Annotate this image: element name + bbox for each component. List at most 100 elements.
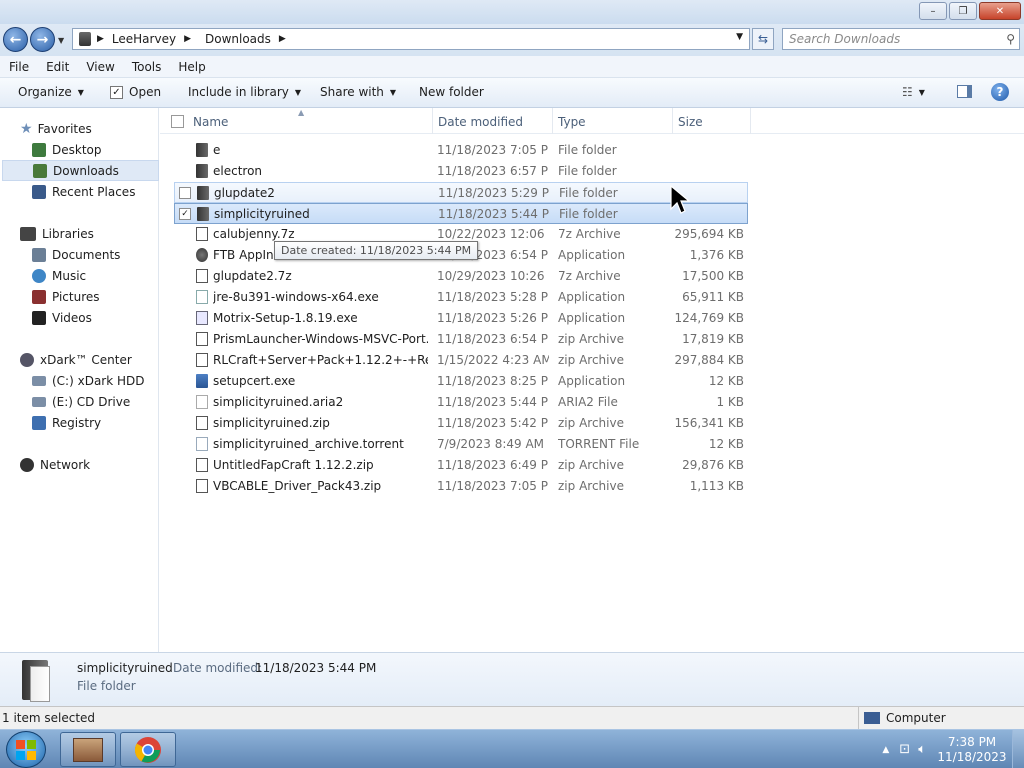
file-type: ARIA2 File xyxy=(558,395,618,409)
file-row[interactable]: glupdate2.7z 10/29/2023 10:26 ... 7z Archi… xyxy=(174,266,748,287)
open-button[interactable]: ✓ Open xyxy=(110,85,161,99)
file-row[interactable]: ✓ simplicityruined 11/18/2023 5:44 PM File … xyxy=(174,203,748,224)
libraries-icon xyxy=(20,226,36,241)
column-size[interactable]: Size xyxy=(678,115,703,129)
java-icon xyxy=(196,290,208,304)
maximize-button[interactable]: ❐ xyxy=(949,2,977,20)
taskbar-chrome[interactable] xyxy=(120,732,176,767)
column-header: Name ▲ Date modified Type Size xyxy=(160,108,1024,134)
column-divider[interactable] xyxy=(750,108,751,134)
menu-edit[interactable]: Edit xyxy=(37,60,77,74)
address-dropdown-icon[interactable]: ▼ xyxy=(736,32,743,42)
include-in-library-button[interactable]: Include in library ▼ xyxy=(188,85,301,99)
show-desktop-button[interactable] xyxy=(1012,730,1024,768)
menu-view[interactable]: View xyxy=(77,60,122,74)
clock[interactable]: 7:38 PM 11/18/2023 xyxy=(932,735,1012,765)
file-row[interactable]: simplicityruined.aria2 11/18/2023 5:44 PM… xyxy=(174,392,748,413)
column-divider[interactable] xyxy=(672,108,673,134)
view-list-icon: ☷ xyxy=(902,85,913,99)
menu-help[interactable]: Help xyxy=(169,60,213,74)
file-size: 156,341 KB xyxy=(674,416,744,430)
network-status-icon[interactable]: ⊡ xyxy=(899,742,910,757)
file-row[interactable]: PrismLauncher-Windows-MSVC-Port... 11/18/… xyxy=(174,329,748,350)
music-icon xyxy=(32,268,46,283)
file-row[interactable]: electron 11/18/2023 6:57 PM File folder xyxy=(174,161,748,182)
file-row[interactable]: setupcert.exe 11/18/2023 8:25 PM Applicati… xyxy=(174,371,748,392)
close-button[interactable]: ✕ xyxy=(979,2,1021,20)
search-icon[interactable]: ⚲ xyxy=(1006,32,1015,46)
back-button[interactable]: ← xyxy=(3,27,28,52)
file-date: 11/18/2023 7:05 PM xyxy=(437,479,549,493)
details-date-value: 11/18/2023 5:44 PM xyxy=(255,661,377,675)
file-row[interactable]: RLCraft+Server+Pack+1.12.2+-+Relea... 1/1… xyxy=(174,350,748,371)
file-row[interactable]: jre-8u391-windows-x64.exe 11/18/2023 5:28… xyxy=(174,287,748,308)
start-button[interactable] xyxy=(6,731,46,768)
arrow-right-icon: → xyxy=(36,31,49,48)
installer-icon xyxy=(196,311,208,325)
new-folder-button[interactable]: New folder xyxy=(419,85,484,99)
column-name[interactable]: Name xyxy=(193,115,228,129)
file-date: 11/18/2023 5:44 PM xyxy=(437,395,549,409)
file-size: 12 KB xyxy=(708,374,744,388)
registry-icon xyxy=(32,415,46,430)
refresh-button[interactable]: ⇆ xyxy=(752,28,774,50)
sidebar-computer[interactable]: xDark™ Center xyxy=(20,349,177,370)
recent-pages-dropdown[interactable]: ▼ xyxy=(58,36,64,45)
file-row[interactable]: e 11/18/2023 7:05 PM File folder xyxy=(174,140,748,161)
folder-large-icon xyxy=(20,658,52,702)
breadcrumb-label: Downloads xyxy=(204,32,271,46)
help-button[interactable]: ? xyxy=(991,83,1009,101)
search-input[interactable]: Search Downloads ⚲ xyxy=(782,28,1020,50)
exe-icon xyxy=(196,374,208,388)
view-options-button[interactable]: ☷ ▼ xyxy=(902,85,925,99)
file-row[interactable]: simplicityruined_archive.torrent 7/9/2023… xyxy=(174,434,748,455)
file-size: 17,819 KB xyxy=(682,332,744,346)
sidebar-libraries[interactable]: Libraries xyxy=(20,223,177,244)
file-row[interactable]: UntitledFapCraft 1.12.2.zip 11/18/2023 6:… xyxy=(174,455,748,476)
address-bar[interactable]: ▶ LeeHarvey ▶ Downloads ▶ ▼ xyxy=(72,28,750,50)
column-divider[interactable] xyxy=(432,108,433,134)
row-checkbox[interactable]: ✓ xyxy=(179,208,191,220)
select-all-checkbox[interactable] xyxy=(171,115,184,128)
file-row[interactable]: glupdate2 11/18/2023 5:29 PM File folder xyxy=(174,182,748,203)
volume-icon[interactable]: 🔈︎ xyxy=(918,742,926,757)
status-zone-label: Computer xyxy=(886,711,946,725)
menu-tools[interactable]: Tools xyxy=(123,60,170,74)
show-hidden-icons-icon[interactable]: ▲ xyxy=(882,745,889,755)
sidebar-label: Network xyxy=(40,457,91,472)
column-divider[interactable] xyxy=(552,108,553,134)
chevron-down-icon: ▼ xyxy=(918,87,925,97)
file-icon xyxy=(196,395,208,409)
share-label: Share with xyxy=(320,85,384,99)
minimize-button[interactable]: – xyxy=(919,2,947,20)
windows-logo-icon xyxy=(16,739,36,760)
search-placeholder: Search Downloads xyxy=(789,32,901,46)
organize-button[interactable]: Organize ▼ xyxy=(18,85,84,99)
app-icon xyxy=(196,248,208,262)
network-icon xyxy=(20,457,34,472)
taskbar-explorer[interactable] xyxy=(60,732,116,767)
archive-icon xyxy=(196,479,208,493)
sidebar-favorites[interactable]: ★ Favorites xyxy=(20,118,177,139)
chevron-right-icon[interactable]: ▶ xyxy=(279,34,286,44)
row-checkbox[interactable] xyxy=(179,187,191,199)
column-type[interactable]: Type xyxy=(558,115,586,129)
chevron-right-icon[interactable]: ▶ xyxy=(184,34,191,44)
file-type: zip Archive xyxy=(558,458,624,472)
column-date-modified[interactable]: Date modified xyxy=(438,115,523,129)
preview-pane-button[interactable] xyxy=(957,85,972,98)
file-type: File folder xyxy=(558,143,617,157)
menu-file[interactable]: File xyxy=(0,60,37,74)
downloads-icon xyxy=(33,163,47,178)
file-row[interactable]: Motrix-Setup-1.8.19.exe 11/18/2023 5:26 P… xyxy=(174,308,748,329)
file-row[interactable]: simplicityruined.zip 11/18/2023 5:42 PM zi… xyxy=(174,413,748,434)
forward-button[interactable]: → xyxy=(30,27,55,52)
sidebar-item-downloads[interactable]: Downloads xyxy=(2,160,159,181)
open-label: Open xyxy=(129,85,162,99)
share-with-button[interactable]: Share with ▼ xyxy=(320,85,396,99)
file-row[interactable]: VBCABLE_Driver_Pack43.zip 11/18/2023 7:05… xyxy=(174,476,748,497)
chevron-down-icon: ▼ xyxy=(389,87,397,97)
breadcrumb-leeharvey[interactable]: LeeHarvey ▶ xyxy=(112,32,199,46)
sidebar-network[interactable]: Network xyxy=(20,454,177,475)
breadcrumb-downloads[interactable]: Downloads ▶ xyxy=(205,32,294,46)
